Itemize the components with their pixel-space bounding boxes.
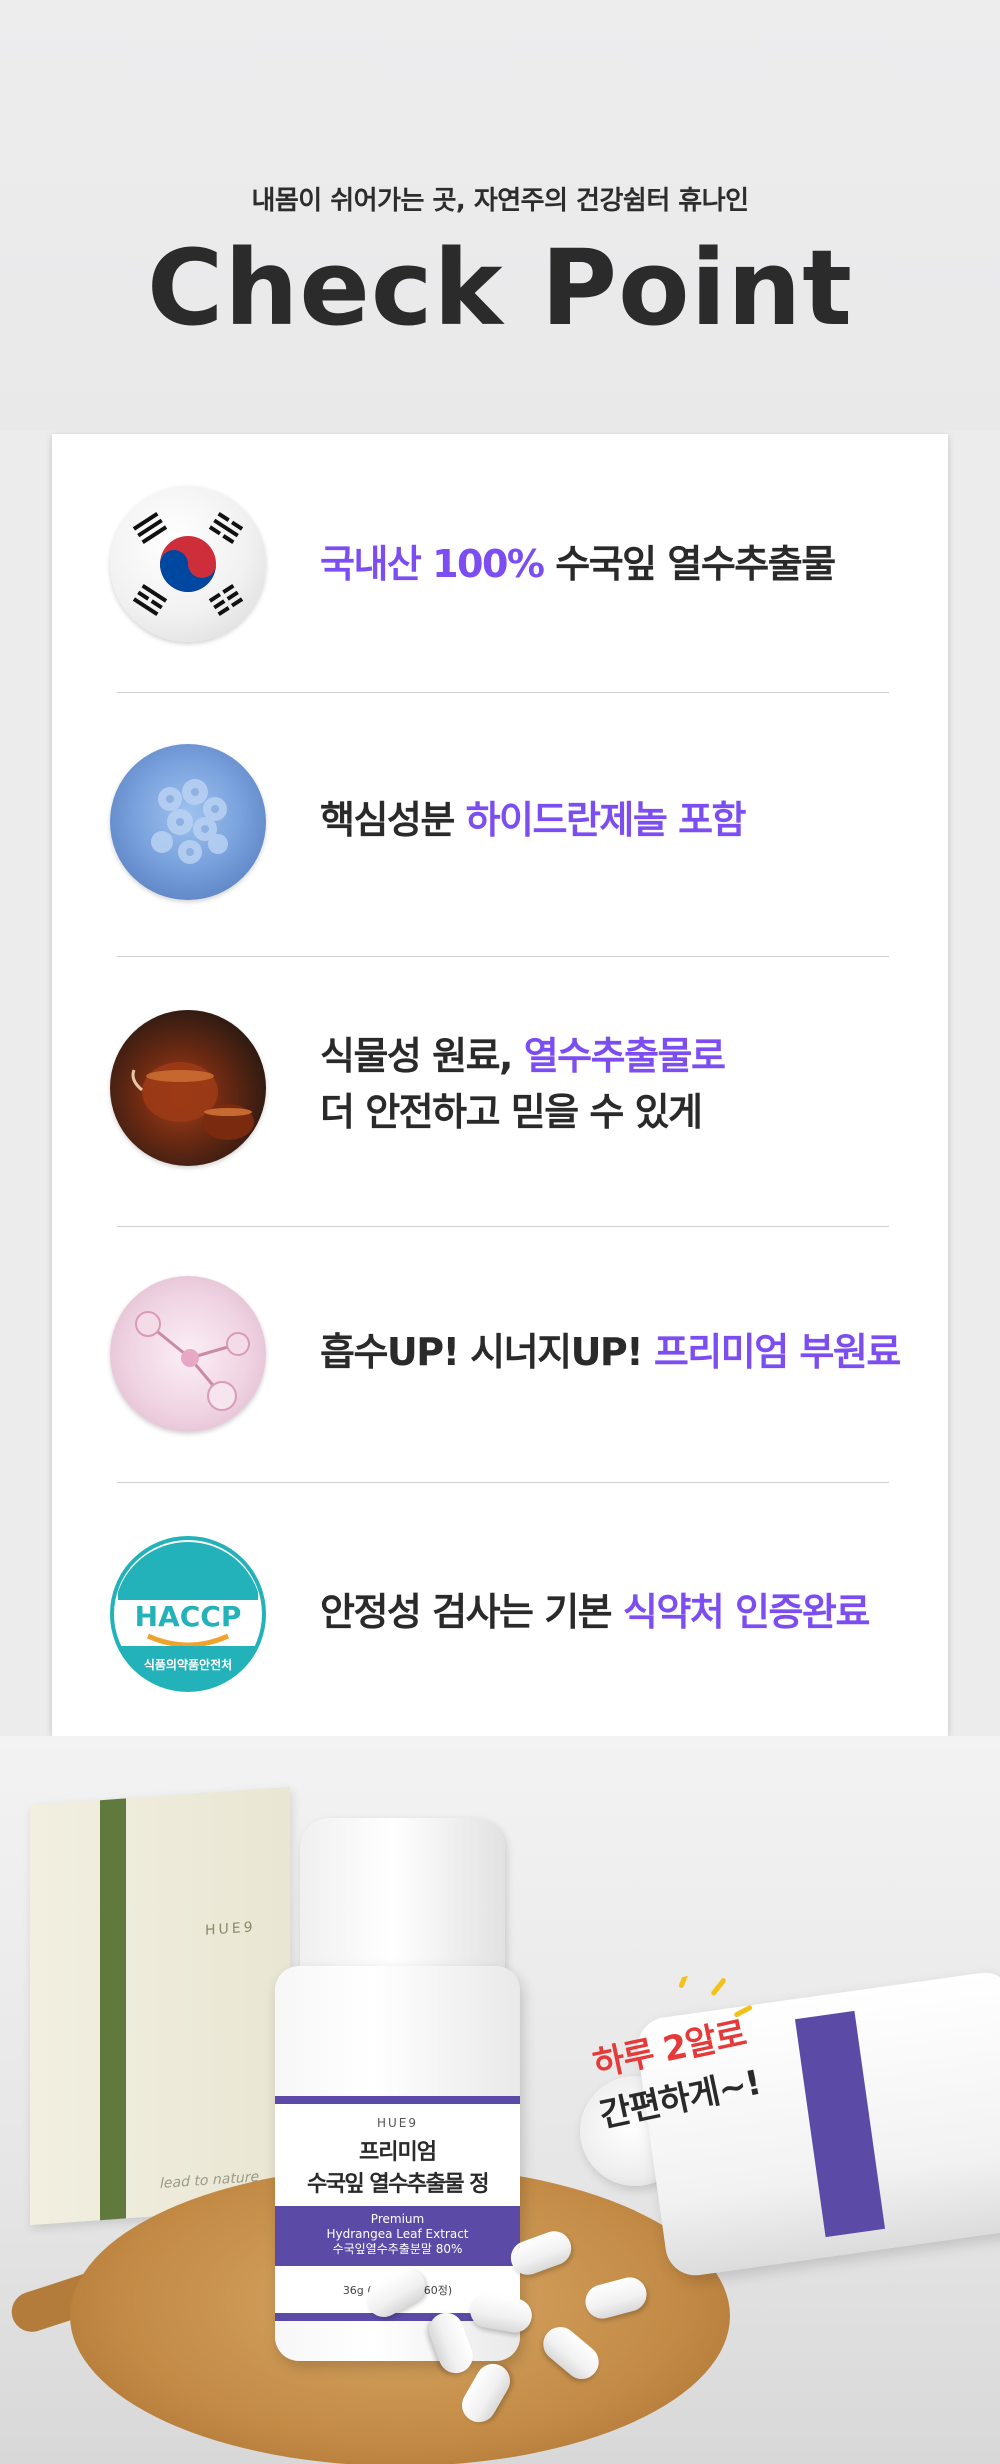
title-wrap: Check Point <box>0 228 1000 348</box>
checkpoint-text: 흡수UP! 시너지UP! 프리미엄 부원료 <box>320 1324 901 1380</box>
checkpoint-text: 핵심성분 하이드란제놀 포함 <box>320 792 747 848</box>
tipped-bottle-band <box>794 2010 886 2238</box>
header-section: 내몸이 쉬어가는 곳, 자연주의 건강쉼터 휴나인 Check Point <box>0 0 1000 430</box>
haccp-main-text: HACCP <box>134 1600 242 1633</box>
page-title: Check Point <box>141 227 859 349</box>
checkpoint-row-ingredient: 핵심성분 하이드란제놀 포함 <box>52 740 948 900</box>
herbal-tea-icon <box>110 1010 266 1166</box>
checkpoint-accent: 국내산 100% <box>320 542 545 586</box>
checkpoint-row-certification: 안전관리인증 HACCP 식품의약품안전처 안정성 검사는 기본 식약처 인증완… <box>52 1532 948 1692</box>
label-band-line1: Premium <box>370 2212 425 2226</box>
checkpoint-plain: 식물성 원료, <box>320 1034 524 1078</box>
checkpoint-plain: 흡수UP! 시너지UP! <box>320 1330 654 1374</box>
box-stripe <box>100 1798 126 2221</box>
checkpoint-row-premium: 흡수UP! 시너지UP! 프리미엄 부원료 <box>52 1272 948 1432</box>
label-name-line1: 프리미엄 <box>359 2140 437 2165</box>
molecule-icon <box>110 1276 266 1432</box>
divider <box>117 956 889 957</box>
checkpoint-line2: 더 안전하고 믿을 수 있게 <box>320 1090 703 1134</box>
page-title-text: Check Point <box>147 227 853 349</box>
checkpoint-plain: 수국잎 열수추출물 <box>543 542 836 586</box>
checkpoint-text: 식물성 원료, 열수추출물로 더 안전하고 믿을 수 있게 <box>320 1028 726 1140</box>
korea-flag-icon <box>110 486 266 642</box>
haccp-bottom-text: 식품의약품안전처 <box>143 1658 233 1672</box>
checkpoint-accent: 프리미엄 부원료 <box>653 1330 901 1374</box>
checkpoint-plain: 핵심성분 <box>320 798 466 842</box>
checkpoint-text: 안정성 검사는 기본 식약처 인증완료 <box>320 1584 870 1640</box>
label-brand: HUE9 <box>376 2116 419 2130</box>
checkpoint-accent: 열수추출물로 <box>523 1034 726 1078</box>
label-band-line3: 수국잎열수추출분말 80% <box>332 2242 463 2256</box>
checkpoint-plain: 안정성 검사는 기본 <box>320 1590 623 1634</box>
label-band: Premium Hydrangea Leaf Extract 수국잎열수추출분말… <box>275 2206 520 2266</box>
checkpoint-accent: 하이드란제놀 포함 <box>465 798 747 842</box>
box-logo: HUE9 <box>205 1919 256 1939</box>
hydrangea-flower-icon <box>110 744 266 900</box>
divider <box>117 1482 889 1483</box>
brand-subtitle: 내몸이 쉬어가는 곳, 자연주의 건강쉼터 휴나인 <box>251 186 749 216</box>
bottle-cap <box>300 1818 505 1978</box>
label-band-line2: Hydrangea Leaf Extract <box>326 2227 469 2241</box>
checkpoint-accent: 식약처 인증완료 <box>622 1590 870 1634</box>
checkpoint-row-origin: 국내산 100% 수국잎 열수추출물 <box>52 484 948 644</box>
checkpoint-text: 국내산 100% 수국잎 열수추출물 <box>320 536 836 592</box>
checkpoint-card: 국내산 100% 수국잎 열수추출물 핵심성분 하이드란제놀 포함 식물성 원료… <box>52 434 948 1736</box>
divider <box>117 692 889 693</box>
haccp-top-text: 안전관리인증 <box>146 1552 230 1570</box>
product-box: HUE9 lead to nature <box>30 1786 290 2226</box>
checkpoint-row-material: 식물성 원료, 열수추출물로 더 안전하고 믿을 수 있게 <box>52 1006 948 1166</box>
product-photo: HUE9 lead to nature HUE9 프리미엄 수국잎 열수추출물 … <box>0 1736 1000 2464</box>
label-name-line2: 수국잎 열수추출물 정 <box>307 2172 489 2197</box>
haccp-badge-icon: 안전관리인증 HACCP 식품의약품안전처 <box>110 1536 266 1692</box>
divider <box>117 1226 889 1227</box>
